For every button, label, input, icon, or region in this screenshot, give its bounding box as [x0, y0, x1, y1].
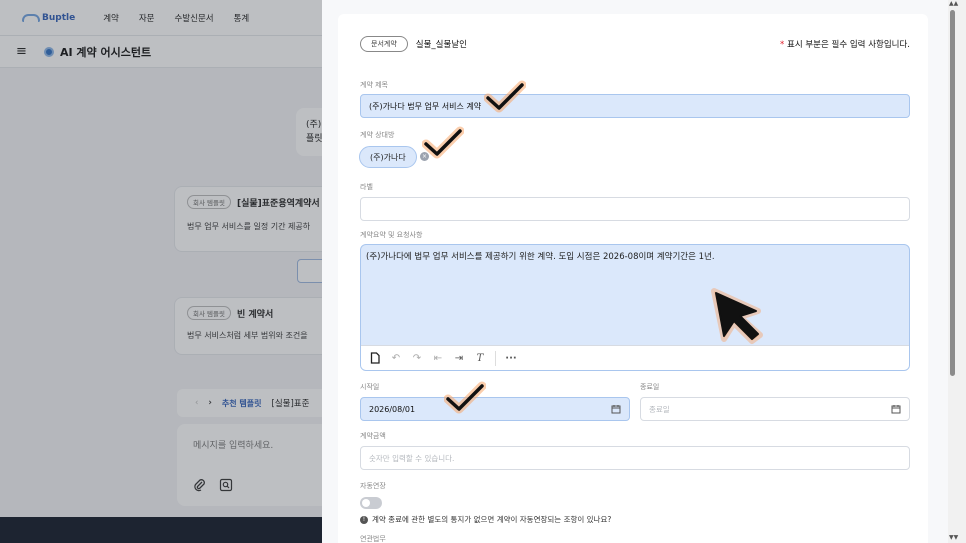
label-input[interactable]: [360, 197, 910, 221]
calendar-icon[interactable]: [891, 404, 901, 414]
indent-icon[interactable]: ⇥: [453, 352, 465, 364]
contract-type-badge: 문서계약: [360, 36, 408, 52]
auto-renew-toggle[interactable]: [360, 497, 382, 509]
title-value: (주)가나다 법무 업무 서비스 계약: [369, 101, 482, 111]
info-icon: !: [360, 515, 368, 524]
form-header: 문서계약 실물_실물날인 * 표시 부분은 필수 입력 사항입니다.: [360, 36, 910, 52]
party-chip[interactable]: (주)가나다: [359, 146, 417, 168]
contract-drawer: 문서계약 실물_실물날인 * 표시 부분은 필수 입력 사항입니다. 계약 제목…: [322, 0, 948, 543]
scroll-up-icon[interactable]: ▲▲: [949, 0, 958, 7]
label-label: 라벨: [360, 183, 373, 191]
more-icon[interactable]: ···: [505, 352, 517, 364]
title-label: 계약 제목: [360, 81, 388, 89]
start-date-label: 시작일: [360, 383, 380, 391]
required-star: *: [780, 40, 785, 50]
end-date-placeholder: 종료일: [649, 404, 670, 414]
party-chip-label: (주)가나다: [370, 152, 406, 162]
outdent-icon[interactable]: ⇤: [432, 352, 444, 364]
start-date-input[interactable]: 2026/08/01: [360, 397, 630, 421]
auto-renew-label: 자동연장: [360, 482, 386, 490]
summary-text[interactable]: (주)가나다에 법무 업무 서비스를 제공하기 위한 계약. 도입 시점은 20…: [361, 245, 909, 267]
summary-label: 계약요약 및 요청사항: [360, 231, 423, 239]
end-date-input[interactable]: 종료일: [640, 397, 910, 421]
amount-input[interactable]: 숫자만 입력할 수 있습니다.: [360, 446, 910, 470]
title-input[interactable]: (주)가나다 법무 업무 서비스 계약: [360, 94, 910, 118]
template-name: 실물_실물날인: [415, 40, 467, 50]
amount-placeholder: 숫자만 입력할 수 있습니다.: [369, 453, 455, 463]
start-date-value: 2026/08/01: [369, 404, 416, 414]
scrollbar[interactable]: ▲▲ ▼▼: [948, 0, 966, 543]
scroll-thumb[interactable]: [950, 10, 955, 376]
auto-renew-info-text: 계약 종료에 관한 별도의 통지가 없으면 계약이 자동연장되는 조항이 있나요…: [372, 515, 612, 524]
required-note-text: 표시 부분은 필수 입력 사항입니다.: [787, 40, 910, 50]
party-label: 계약 상대방: [360, 131, 395, 139]
auto-renew-info: ! 계약 종료에 관한 별도의 통지가 없으면 계약이 자동연장되는 조항이 있…: [360, 514, 611, 525]
check-mark-icon: [422, 126, 464, 159]
redo-icon[interactable]: ↷: [411, 352, 423, 364]
toolbar-divider: [495, 350, 496, 366]
check-mark-icon: [444, 381, 486, 414]
amount-label: 계약금액: [360, 432, 386, 440]
end-date-label: 종료일: [640, 383, 660, 391]
related-label: 연관법무: [360, 535, 386, 543]
scroll-down-icon[interactable]: ▼▼: [949, 534, 958, 541]
clear-format-icon[interactable]: T: [474, 352, 486, 364]
summary-editor[interactable]: (주)가나다에 법무 업무 서비스를 제공하기 위한 계약. 도입 시점은 20…: [360, 244, 910, 371]
check-mark-icon: [484, 80, 526, 113]
calendar-icon[interactable]: [611, 404, 621, 414]
editor-toolbar: ↶ ↷ ⇤ ⇥ T ···: [361, 345, 909, 370]
cursor-arrow-icon: [711, 288, 763, 344]
required-note: * 표시 부분은 필수 입력 사항입니다.: [780, 38, 910, 50]
document-icon[interactable]: [369, 352, 381, 364]
undo-icon[interactable]: ↶: [390, 352, 402, 364]
